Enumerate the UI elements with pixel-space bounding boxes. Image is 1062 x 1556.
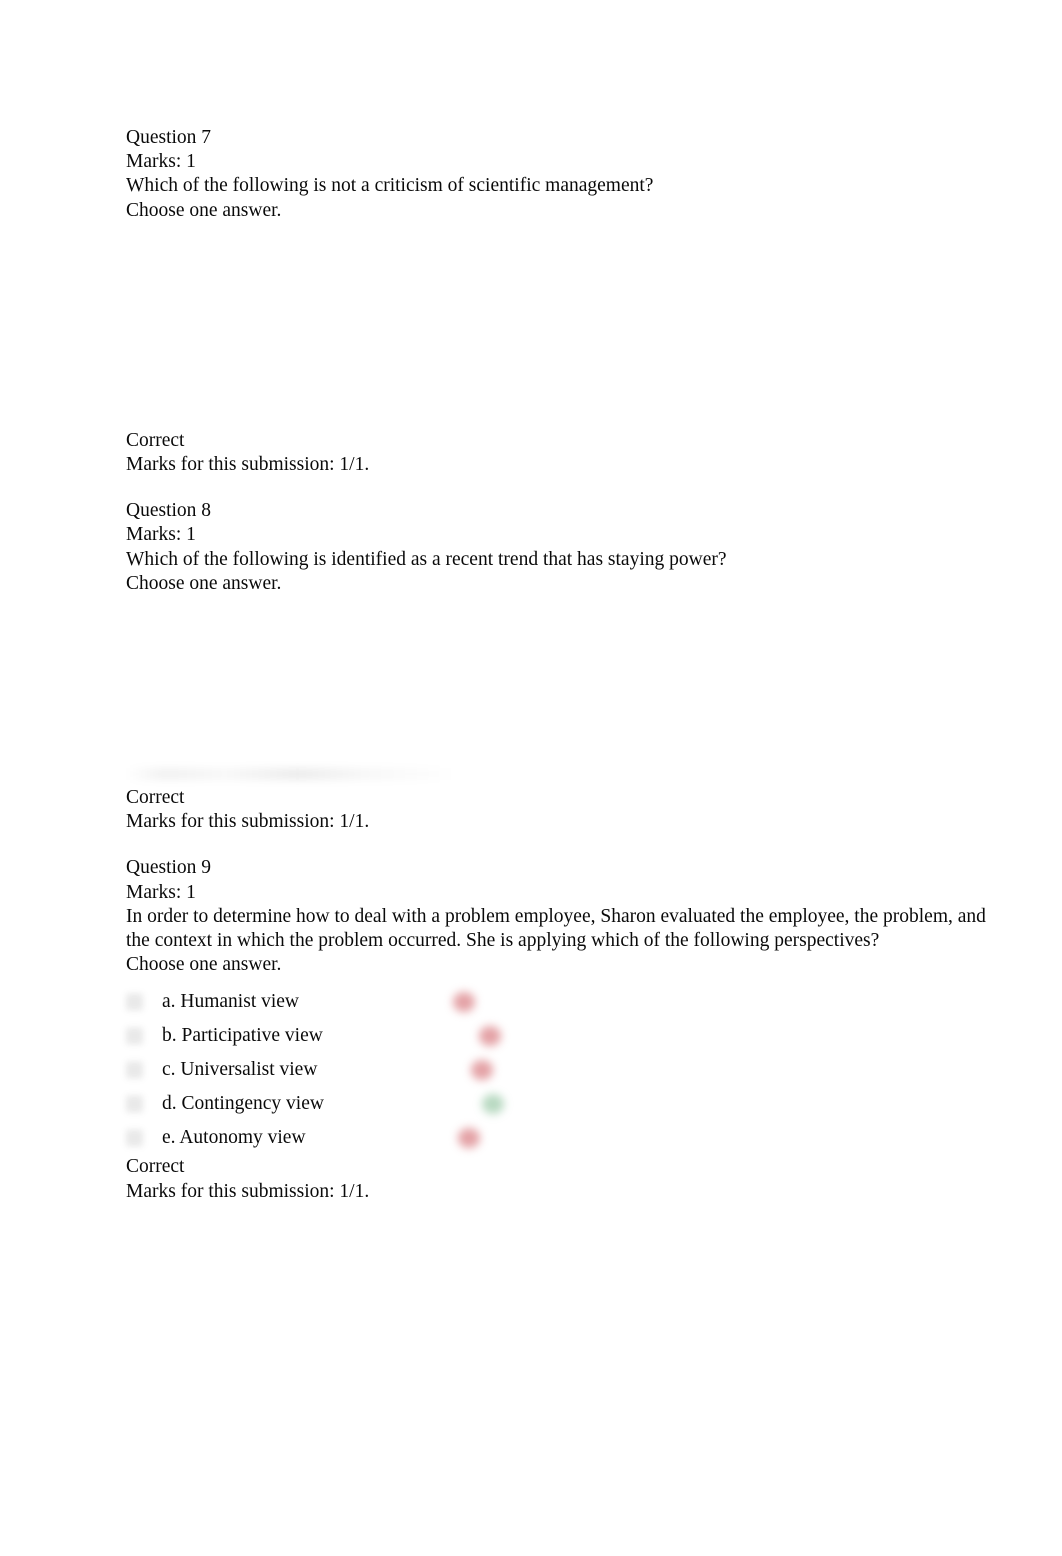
question-feedback-9: Correct Marks for this submission: 1/1. <box>126 1155 986 1203</box>
question-heading: Question 7 <box>126 127 212 148</box>
radio-button-icon[interactable] <box>126 1129 143 1147</box>
option-label: b. Participative view <box>162 1025 323 1047</box>
radio-button-icon[interactable] <box>126 1027 143 1045</box>
radio-button-icon[interactable] <box>126 1061 143 1079</box>
answer-option-b[interactable]: b. Participative view <box>126 1019 986 1053</box>
radio-button-icon[interactable] <box>126 993 143 1011</box>
question-marks: Marks: 1 <box>126 151 196 173</box>
option-label: a. Humanist view <box>162 991 300 1013</box>
question-block-9: Question 9 Marks: 1 In order to determin… <box>126 856 986 1203</box>
question-text: Which of the following is identified as … <box>126 548 727 570</box>
feedback-status: Correct <box>126 1156 185 1178</box>
check-icon <box>482 1094 504 1115</box>
answer-option-c[interactable]: c. Universalist view <box>126 1053 986 1087</box>
question-block-7: Question 7 Marks: 1 Which of the followi… <box>126 126 986 477</box>
option-label: c. Universalist view <box>162 1059 318 1081</box>
cross-icon <box>458 1128 480 1149</box>
redaction-smudge <box>126 768 456 781</box>
radio-button-icon[interactable] <box>126 1095 143 1113</box>
document-page: Question 7 Marks: 1 Which of the followi… <box>0 0 1062 1556</box>
question-marks: Marks: 1 <box>126 524 196 546</box>
question-heading: Question 9 <box>126 857 212 879</box>
answer-options-list: a. Humanist view b. Participative view c… <box>126 985 986 1155</box>
question-text: In order to determine how to deal with a… <box>126 905 991 952</box>
question-feedback-7: Correct Marks for this submission: 1/1. <box>126 429 986 477</box>
cross-icon <box>453 992 475 1013</box>
question-heading: Question 8 <box>126 500 212 522</box>
answer-options-area-8 <box>126 596 986 786</box>
feedback-status: Correct <box>126 429 185 451</box>
answer-option-d[interactable]: d. Contingency view <box>126 1087 986 1121</box>
question-instruction: Choose one answer. <box>126 572 282 594</box>
question-instruction: Choose one answer. <box>126 199 282 221</box>
quiz-content: Question 7 Marks: 1 Which of the followi… <box>126 126 986 1204</box>
cross-icon <box>471 1060 493 1081</box>
feedback-marks: Marks for this submission: 1/1. <box>126 1180 370 1202</box>
feedback-marks: Marks for this submission: 1/1. <box>126 454 370 476</box>
option-label: e. Autonomy view <box>162 1127 306 1149</box>
question-block-8: Question 8 Marks: 1 Which of the followi… <box>126 499 986 834</box>
question-instruction: Choose one answer. <box>126 954 282 976</box>
feedback-marks: Marks for this submission: 1/1. <box>126 811 370 833</box>
answer-options-area-7 <box>126 223 986 429</box>
answer-option-a[interactable]: a. Humanist view <box>126 985 986 1019</box>
answer-option-e[interactable]: e. Autonomy view <box>126 1121 986 1155</box>
question-marks: Marks: 1 <box>126 881 196 903</box>
question-text: Which of the following is not a criticis… <box>126 175 654 197</box>
cross-icon <box>479 1026 501 1047</box>
feedback-status: Correct <box>126 787 185 809</box>
question-feedback-8: Correct Marks for this submission: 1/1. <box>126 786 986 834</box>
option-label: d. Contingency view <box>162 1093 324 1115</box>
